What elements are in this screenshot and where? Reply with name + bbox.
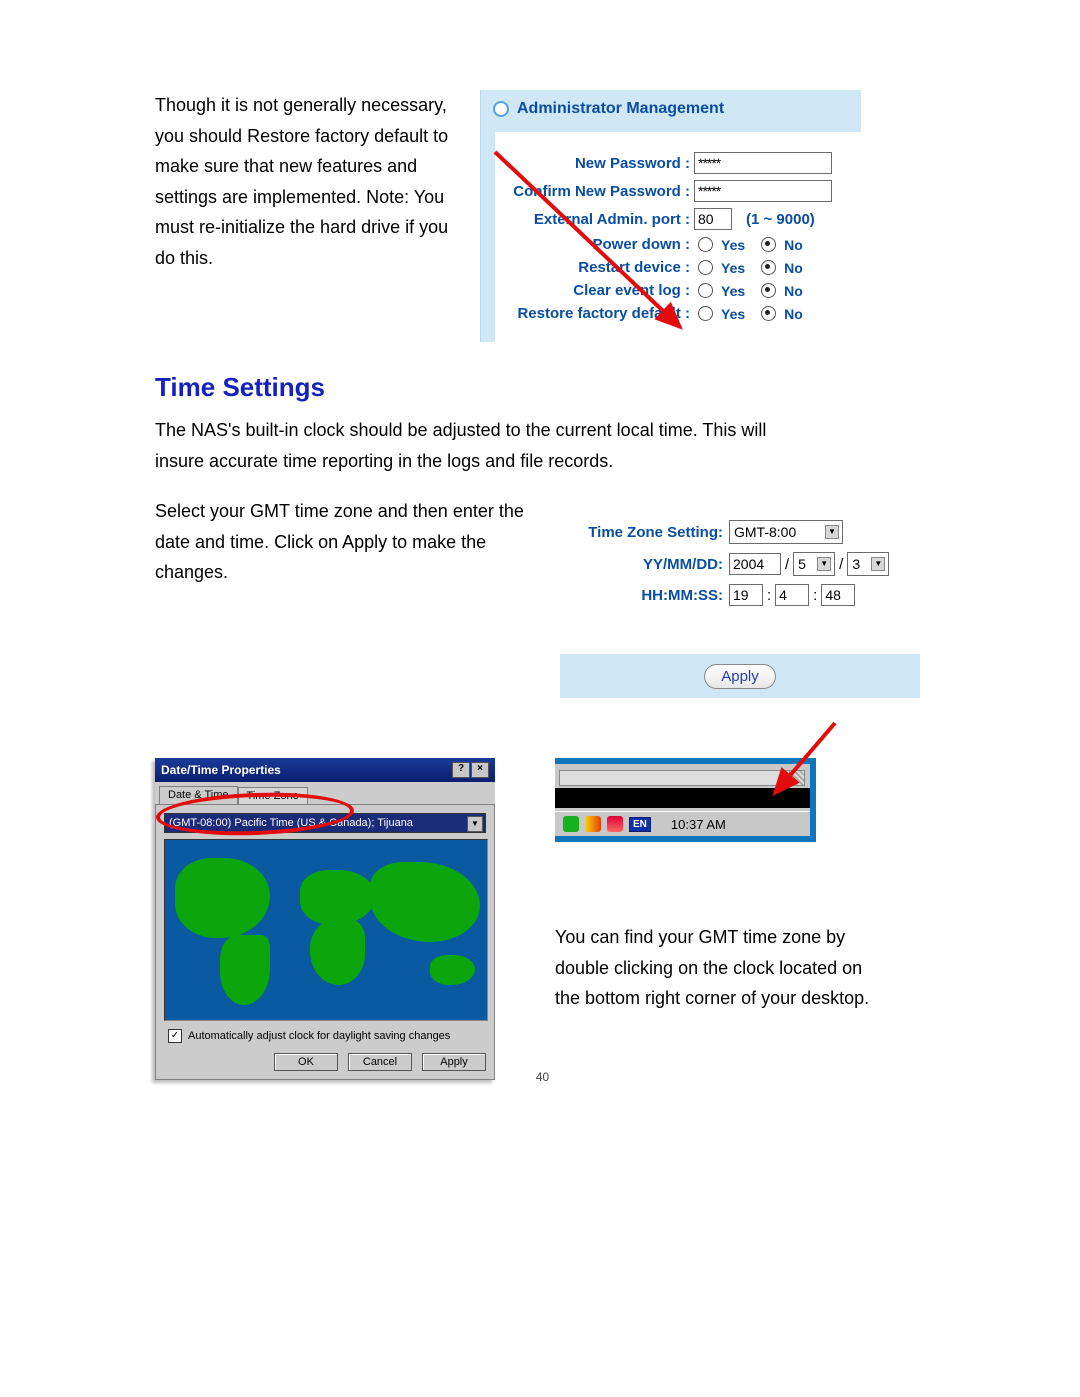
admin-management-panel: Administrator Management New Password : (480, 90, 861, 342)
yes-label: Yes (721, 306, 745, 322)
tab-time-zone[interactable]: Time Zone (238, 787, 308, 805)
time-settings-heading: Time Settings (155, 372, 930, 403)
apply-button[interactable]: Apply (422, 1053, 486, 1071)
admin-header-label: Administrator Management (517, 100, 724, 118)
taskbar-clock-clip: EN 10:37 AM (555, 758, 816, 842)
restore-default-paragraph: Though it is not generally necessary, yo… (155, 90, 455, 274)
scrollbar-icon (559, 770, 790, 786)
timezone-dropdown-value: (GMT-08:00) Pacific Time (US & Canada); … (169, 817, 413, 829)
yes-label: Yes (721, 237, 745, 253)
bullet-icon (493, 101, 509, 117)
tray-icon[interactable] (563, 816, 579, 832)
external-admin-port-field[interactable] (694, 208, 732, 230)
world-map-image (164, 839, 488, 1021)
time-settings-howto: Select your GMT time zone and then enter… (155, 496, 535, 588)
month-value: 5 (798, 556, 806, 572)
confirm-password-label: Confirm New Password : (495, 183, 694, 200)
cancel-button[interactable]: Cancel (348, 1053, 412, 1071)
year-field[interactable] (729, 553, 781, 575)
restore-factory-default-label: Restore factory default : (495, 305, 694, 322)
timezone-dropdown[interactable]: (GMT-08:00) Pacific Time (US & Canada); … (164, 813, 486, 833)
restart-device-label: Restart device : (495, 259, 694, 276)
timezone-select[interactable]: GMT-8:00 (729, 520, 843, 544)
yes-label: Yes (721, 283, 745, 299)
no-label: No (784, 283, 803, 299)
yes-label: Yes (721, 260, 745, 276)
taskbar-clock[interactable]: 10:37 AM (671, 817, 726, 832)
tray-icon[interactable] (607, 816, 623, 832)
restore-yes-radio[interactable] (698, 306, 713, 321)
separator: : (809, 587, 821, 604)
separator: / (781, 556, 793, 573)
external-admin-port-label: External Admin. port : (495, 211, 694, 228)
timezone-value: GMT-8:00 (734, 524, 796, 540)
time-label: HH:MM:SS: (568, 587, 729, 604)
clear-event-log-label: Clear event log : (495, 282, 694, 299)
clear-log-no-radio[interactable] (761, 283, 776, 298)
no-label: No (784, 260, 803, 276)
second-field[interactable] (821, 584, 855, 606)
window-gap (555, 788, 810, 808)
ok-button[interactable]: OK (274, 1053, 338, 1071)
time-settings-panel: Time Zone Setting: GMT-8:00 YY/MM/DD: / … (560, 496, 920, 698)
separator: / (835, 556, 847, 573)
minute-field[interactable] (775, 584, 809, 606)
hour-field[interactable] (729, 584, 763, 606)
date-label: YY/MM/DD: (568, 556, 729, 573)
no-label: No (784, 306, 803, 322)
time-settings-intro: The NAS's built-in clock should be adjus… (155, 415, 805, 476)
dst-label: Automatically adjust clock for daylight … (188, 1030, 450, 1042)
new-password-field[interactable] (694, 152, 832, 174)
language-badge[interactable]: EN (629, 817, 651, 832)
help-button[interactable]: ? (452, 762, 470, 778)
close-button[interactable]: × (471, 762, 489, 778)
restart-yes-radio[interactable] (698, 260, 713, 275)
dst-checkbox[interactable]: ✓ (168, 1029, 182, 1043)
port-range-hint: (1 ~ 9000) (746, 211, 815, 228)
month-select[interactable]: 5 (793, 552, 835, 576)
power-down-label: Power down : (495, 236, 694, 253)
power-down-yes-radio[interactable] (698, 237, 713, 252)
confirm-password-field[interactable] (694, 180, 832, 202)
new-password-label: New Password : (495, 155, 694, 172)
date-time-properties-dialog: Date/Time Properties ? × Date & Time Tim… (155, 758, 495, 1080)
day-select[interactable]: 3 (847, 552, 889, 576)
separator: : (763, 587, 775, 604)
timezone-setting-label: Time Zone Setting: (568, 524, 729, 541)
apply-button[interactable]: Apply (704, 664, 776, 689)
find-gmt-paragraph: You can find your GMT time zone by doubl… (555, 922, 875, 1014)
clear-log-yes-radio[interactable] (698, 283, 713, 298)
restart-no-radio[interactable] (761, 260, 776, 275)
no-label: No (784, 237, 803, 253)
day-value: 3 (852, 556, 860, 572)
dialog-title: Date/Time Properties (161, 763, 281, 777)
power-down-no-radio[interactable] (761, 237, 776, 252)
restore-no-radio[interactable] (761, 306, 776, 321)
tray-smiley-icon[interactable] (585, 816, 601, 832)
tab-date-time[interactable]: Date & Time (159, 786, 238, 804)
